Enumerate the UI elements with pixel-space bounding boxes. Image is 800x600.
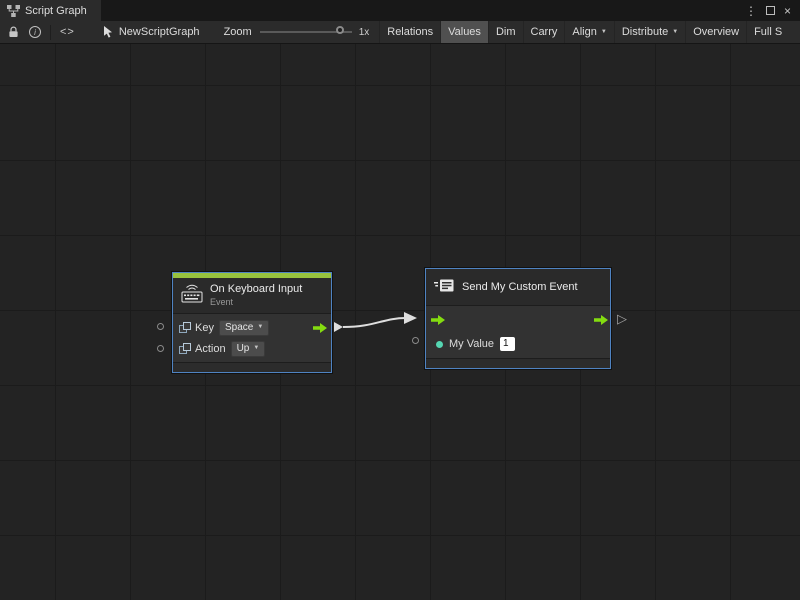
key-port-row: Key Space ▼: [173, 317, 331, 338]
carry-button[interactable]: Carry: [523, 21, 565, 44]
node-title: On Keyboard Input: [210, 283, 302, 295]
node-body: My Value 1: [426, 306, 610, 358]
keyboard-icon: [181, 284, 203, 306]
window-tab-bar: Script Graph ⋮ ×: [0, 0, 800, 21]
node-body: Key Space ▼ Action Up ▼: [173, 314, 331, 362]
node-send-my-custom-event[interactable]: Send My Custom Event My Value 1: [425, 268, 611, 369]
zoom-value: 1x: [359, 27, 370, 38]
zoom-slider-handle[interactable]: [336, 26, 344, 34]
graph-name-label[interactable]: NewScriptGraph: [119, 26, 200, 38]
fullscreen-button[interactable]: Full S: [746, 21, 789, 44]
graph-canvas[interactable]: ▷ On Keyboard Input E: [0, 44, 800, 600]
node-subtitle: Event: [210, 297, 302, 307]
node-header: Send My Custom Event: [426, 269, 610, 306]
action-label: Action: [195, 343, 226, 355]
tab-title: Script Graph: [25, 5, 87, 17]
action-dropdown[interactable]: Up ▼: [231, 341, 266, 357]
trigger-output-arrow-icon[interactable]: [313, 323, 327, 333]
node-footer: [173, 362, 331, 372]
graph-toolbar: i <> NewScriptGraph Zoom 1x Relations Va…: [0, 21, 800, 44]
my-value-input[interactable]: 1: [500, 337, 515, 351]
zoom-slider[interactable]: [260, 31, 352, 33]
send-event-icon: [434, 278, 455, 296]
dim-button[interactable]: Dim: [488, 21, 523, 44]
key-input-port[interactable]: [157, 323, 164, 330]
connection-wire[interactable]: [0, 44, 800, 600]
key-label: Key: [195, 322, 214, 334]
distribute-dropdown-button[interactable]: Distribute ▼: [614, 21, 685, 44]
zoom-control: Zoom 1x: [224, 26, 370, 38]
code-preview-icon[interactable]: <>: [60, 26, 75, 38]
keycode-type-icon: [179, 322, 190, 333]
flow-input-arrow-icon[interactable]: [431, 315, 445, 328]
my-value-input-port[interactable]: [412, 337, 419, 344]
node-title: Send My Custom Event: [462, 281, 578, 293]
action-input-port[interactable]: [157, 345, 164, 352]
edit-cursor-icon: [103, 26, 113, 38]
flow-output-arrow-icon[interactable]: [594, 315, 608, 328]
toolbar-separator: [50, 25, 51, 40]
close-icon[interactable]: ×: [784, 5, 791, 17]
chevron-down-icon: ▼: [253, 345, 259, 351]
flow-port-row: [426, 309, 610, 333]
chevron-down-icon: ▼: [257, 324, 263, 330]
toolbar-buttons: Relations Values Dim Carry Align ▼ Distr…: [379, 21, 789, 44]
keycode-type-icon: [179, 343, 190, 354]
my-value-label: My Value: [449, 338, 494, 350]
chevron-down-icon: ▼: [672, 29, 678, 35]
node-header: On Keyboard Input Event: [173, 278, 331, 314]
action-port-row: Action Up ▼: [173, 338, 331, 359]
node-footer: [426, 358, 610, 368]
window-controls: ⋮ ×: [745, 0, 800, 21]
chevron-down-icon: ▼: [601, 29, 607, 35]
maximize-icon[interactable]: [766, 6, 775, 15]
node-on-keyboard-input[interactable]: On Keyboard Input Event Key Space ▼ Acti…: [172, 272, 332, 373]
tab-script-graph[interactable]: Script Graph: [0, 0, 101, 21]
align-dropdown-button[interactable]: Align ▼: [564, 21, 613, 44]
graph-icon: [7, 5, 20, 17]
kebab-menu-icon[interactable]: ⋮: [745, 5, 757, 17]
values-button[interactable]: Values: [440, 21, 488, 44]
my-value-port-row: My Value 1: [426, 333, 610, 355]
zoom-label: Zoom: [224, 26, 252, 38]
value-port-dot-icon[interactable]: [436, 341, 443, 348]
key-dropdown[interactable]: Space ▼: [219, 320, 269, 336]
overview-button[interactable]: Overview: [685, 21, 746, 44]
info-icon[interactable]: i: [29, 26, 41, 38]
lock-icon[interactable]: [8, 26, 19, 38]
relations-button[interactable]: Relations: [379, 21, 440, 44]
flow-output-port[interactable]: ▷: [617, 312, 627, 325]
